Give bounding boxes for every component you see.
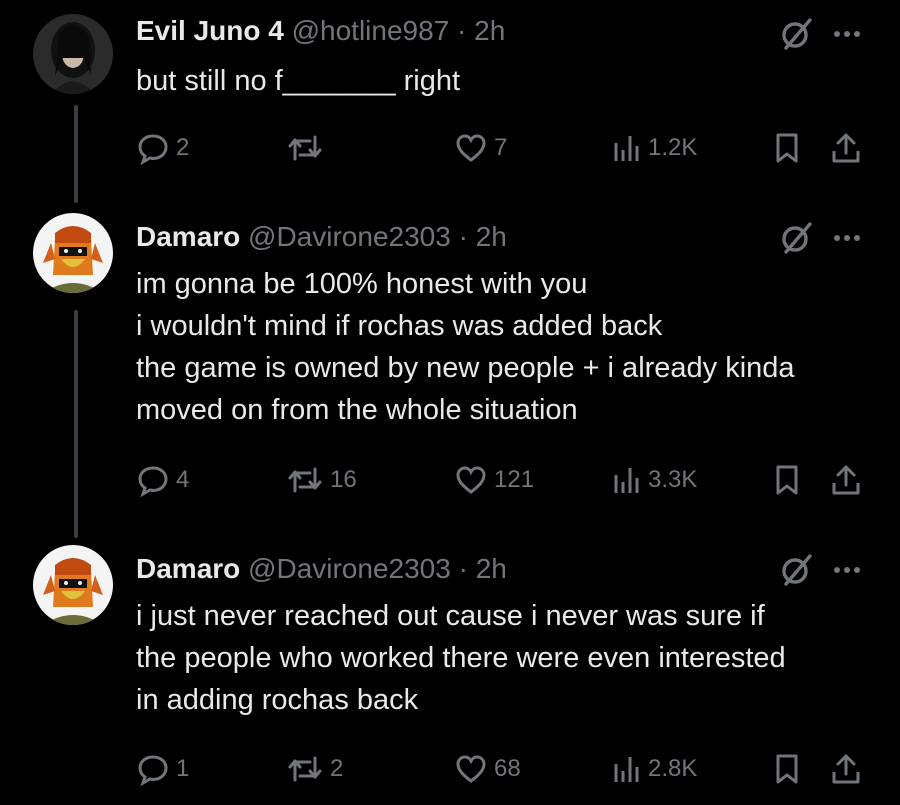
share-button[interactable] (830, 128, 862, 168)
views-icon (614, 757, 639, 782)
display-name[interactable]: Evil Juno 4 (136, 15, 284, 46)
timestamp[interactable]: 2h (476, 221, 507, 252)
views-button[interactable]: 3.3K (612, 460, 697, 500)
bookmark-button[interactable] (772, 128, 802, 168)
tweet-line: im gonna be 100% honest with you (136, 268, 588, 300)
display-name[interactable]: Damaro (136, 221, 240, 252)
thread-line (74, 310, 78, 538)
handle[interactable]: @Davirone2303 (248, 221, 451, 252)
timestamp[interactable]: 2h (476, 553, 507, 584)
repost-icon (288, 467, 322, 493)
avatar[interactable] (33, 545, 113, 625)
tweet-actions: 1 2 68 2.8K (0, 749, 900, 789)
like-icon (456, 134, 486, 162)
handle[interactable]: @Davirone2303 (248, 553, 451, 584)
reply-icon (138, 755, 168, 786)
like-count: 121 (494, 466, 535, 493)
share-button[interactable] (830, 460, 862, 500)
bookmark-button[interactable] (772, 460, 802, 500)
grok-icon[interactable] (778, 16, 814, 52)
like-count: 68 (494, 755, 521, 782)
grok-icon[interactable] (778, 552, 814, 588)
tweet-line: but still no f_______ right (136, 65, 461, 97)
bookmark-icon (776, 465, 798, 495)
reply-button[interactable]: 4 (136, 460, 189, 500)
display-name[interactable]: Damaro (136, 553, 240, 584)
more-icon[interactable] (830, 228, 864, 248)
repost-button[interactable]: 2 (286, 749, 343, 789)
views-button[interactable]: 2.8K (612, 749, 697, 789)
tweet-header: Damaro @Davirone2303 · 2h (136, 552, 507, 586)
views-icon (614, 468, 639, 493)
view-count: 3.3K (648, 466, 698, 493)
tweet-actions: 2 7 1.2K (0, 128, 900, 168)
like-button[interactable]: 121 (454, 460, 534, 500)
avatar[interactable] (33, 213, 113, 293)
repost-icon (288, 135, 322, 161)
like-button[interactable]: 7 (454, 128, 507, 168)
separator: · (450, 221, 476, 252)
repost-button[interactable] (286, 128, 330, 168)
more-icon[interactable] (830, 24, 864, 44)
views-icon (614, 136, 639, 161)
repost-button[interactable]: 16 (286, 460, 357, 500)
reply-icon (138, 134, 168, 165)
reply-button[interactable]: 1 (136, 749, 189, 789)
like-icon (456, 755, 486, 783)
tweet-line: the people who worked there were even in… (136, 642, 786, 674)
views-button[interactable]: 1.2K (612, 128, 697, 168)
tweet-line: in adding rochas back (136, 684, 419, 716)
timestamp[interactable]: 2h (474, 15, 505, 46)
view-count: 1.2K (648, 134, 698, 161)
tweet-text: i just never reached out cause i never w… (136, 595, 786, 721)
tweet-header: Damaro @Davirone2303 · 2h (136, 220, 507, 254)
tweet-text: but still no f_______ right (136, 60, 460, 102)
tweet-line: the game is owned by new people + i alre… (136, 352, 795, 384)
repost-count: 16 (330, 466, 357, 493)
like-count: 7 (494, 134, 508, 161)
separator: · (449, 15, 475, 46)
reply-count: 2 (176, 134, 190, 161)
tweet-actions: 4 16 121 3.3K (0, 460, 900, 500)
repost-count: 2 (330, 755, 344, 782)
tweet-text: im gonna be 100% honest with you i would… (136, 263, 795, 431)
reply-count: 1 (176, 755, 190, 782)
more-icon[interactable] (830, 560, 864, 580)
reply-count: 4 (176, 466, 190, 493)
share-icon (832, 754, 860, 784)
share-icon (832, 133, 860, 163)
separator: · (450, 553, 476, 584)
avatar[interactable] (33, 14, 113, 94)
tweet-line: i just never reached out cause i never w… (136, 600, 765, 632)
tweet-header: Evil Juno 4 @hotline987 · 2h (136, 14, 505, 48)
like-icon (456, 466, 486, 494)
like-button[interactable]: 68 (454, 749, 521, 789)
tweet-line: moved on from the whole situation (136, 394, 578, 426)
bookmark-icon (776, 754, 798, 784)
view-count: 2.8K (648, 755, 698, 782)
reply-button[interactable]: 2 (136, 128, 189, 168)
share-icon (832, 465, 860, 495)
share-button[interactable] (830, 749, 862, 789)
repost-icon (288, 756, 322, 782)
tweet-line: i wouldn't mind if rochas was added back (136, 310, 663, 342)
handle[interactable]: @hotline987 (292, 15, 450, 46)
bookmark-icon (776, 133, 798, 163)
bookmark-button[interactable] (772, 749, 802, 789)
reply-icon (138, 466, 168, 497)
grok-icon[interactable] (778, 220, 814, 256)
